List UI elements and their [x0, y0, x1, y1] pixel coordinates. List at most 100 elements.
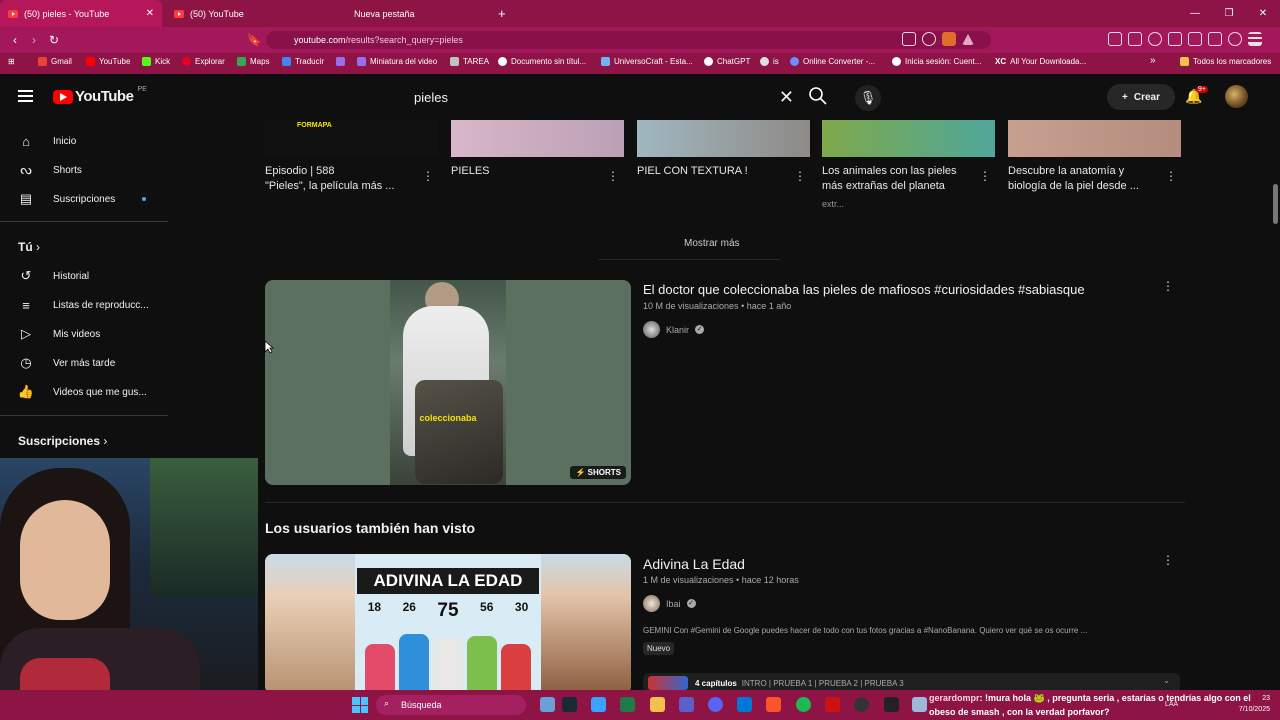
more-options-icon[interactable]: ⋮ [979, 169, 991, 183]
scrollbar-thumb[interactable] [1273, 184, 1278, 224]
app-icon[interactable] [825, 697, 840, 712]
bookmark-item[interactable]: Miniatura del video [357, 57, 437, 66]
shelf-title[interactable]: Los animales con las pieles más extrañas … [822, 164, 982, 194]
ai-icon[interactable] [1208, 32, 1222, 46]
teams-icon[interactable] [679, 697, 694, 712]
shelf-title[interactable]: Descubre la anatomía y biología de la pie… [1008, 164, 1168, 194]
vpn-icon[interactable] [1228, 32, 1242, 46]
guide-menu-icon[interactable] [18, 90, 33, 102]
channel-avatar[interactable] [643, 321, 660, 338]
language-indicator[interactable]: LAA [1165, 701, 1178, 708]
bookmark-item[interactable]: Online Converter -... [790, 57, 875, 66]
sidebar-item-watch-later[interactable]: ◷ Ver más tarde [0, 349, 170, 377]
chevron-down-icon[interactable]: ⌄ [1163, 676, 1170, 685]
show-more-button[interactable]: Mostrar más [684, 238, 740, 249]
forward-icon[interactable]: › [26, 32, 42, 48]
app-icon[interactable] [620, 697, 635, 712]
close-window-icon[interactable]: ✕ [1246, 0, 1280, 27]
obs-icon[interactable] [854, 697, 869, 712]
bookmark-item[interactable]: is [760, 57, 779, 66]
outlook-icon[interactable] [737, 697, 752, 712]
bookmark-item[interactable]: TAREA [450, 57, 489, 66]
bookmark-page-icon[interactable]: 🔖 [246, 32, 262, 48]
sidebar-item-liked-videos[interactable]: 👍 Videos que me gus... [0, 378, 170, 406]
bookmark-item[interactable]: Gmail [38, 57, 72, 66]
sidebar-item-playlists[interactable]: ≡ Listas de reproducc... [0, 291, 170, 319]
bookmark-item[interactable] [336, 57, 345, 66]
rewards-icon[interactable] [962, 34, 974, 45]
search-input[interactable]: pieles ✕ [402, 81, 802, 113]
sidebar-item-home[interactable]: ⌂ Inicio [0, 127, 170, 155]
more-options-icon[interactable]: ⋮ [794, 169, 806, 183]
apps-icon[interactable]: ⊞ [8, 57, 15, 66]
shelf-thumbnail[interactable]: FORMAPA [265, 120, 438, 157]
wallet-icon[interactable] [1188, 32, 1202, 46]
minimize-icon[interactable]: — [1178, 0, 1212, 27]
screenshot-icon[interactable] [1128, 32, 1142, 46]
extensions-icon[interactable] [1108, 32, 1122, 46]
bookmark-item[interactable]: Documento sin títul... [498, 57, 586, 66]
url-field[interactable]: youtube.com/results?search_query=pieles [266, 31, 991, 49]
sidebar-item-my-videos[interactable]: ▷ Mis videos [0, 320, 170, 348]
all-bookmarks[interactable]: Todos los marcadores [1180, 57, 1271, 66]
bookmark-item[interactable]: Maps [237, 57, 270, 66]
sidebar-subscriptions-header[interactable]: Suscripciones › [18, 434, 107, 448]
more-options-icon[interactable]: ⋮ [422, 169, 434, 183]
bookmarks-overflow[interactable]: » [1150, 55, 1156, 66]
channel-name[interactable]: Klanir [666, 325, 689, 335]
shelf-title[interactable]: PIELES [451, 164, 611, 179]
more-options-icon[interactable]: ⋮ [1165, 169, 1177, 183]
sidebar-you-header[interactable]: Tú › [18, 240, 40, 254]
search-icon[interactable] [808, 86, 828, 106]
shelf-thumbnail[interactable] [637, 120, 810, 157]
tab-pieles-youtube[interactable]: (50) pieles - YouTube ✕ [0, 0, 162, 27]
video-title[interactable]: Adivina La Edad [643, 556, 745, 572]
spotify-icon[interactable] [796, 697, 811, 712]
windows-start-icon[interactable] [352, 697, 368, 713]
system-clock[interactable]: 23 7/10/2025 [1239, 693, 1270, 715]
youtube-logo[interactable]: YouTube PE [53, 86, 147, 105]
shelf-thumbnail[interactable] [822, 120, 995, 157]
more-options-icon[interactable]: ⋮ [1162, 553, 1174, 567]
sidebar-item-shorts[interactable]: ᔓ Shorts [0, 156, 170, 184]
channel-name[interactable]: Ibai [666, 599, 681, 609]
avatar[interactable] [1225, 85, 1248, 108]
file-explorer-icon[interactable] [650, 697, 665, 712]
bookmark-item[interactable]: Explorar [182, 57, 225, 66]
sidebar-item-subscriptions[interactable]: ▤ Suscripciones [0, 185, 170, 213]
video-thumbnail[interactable]: coleccionaba ⚡ SHORTS [265, 280, 631, 485]
task-view-icon[interactable] [540, 697, 555, 712]
channel-row[interactable]: Ibai ✓ [643, 595, 696, 612]
sidebar-toggle-icon[interactable] [1168, 32, 1182, 46]
new-tab-button[interactable]: + [498, 0, 512, 27]
bookmark-item[interactable]: Inicia sesión: Cuent... [892, 57, 981, 66]
zoom-icon[interactable] [922, 32, 936, 46]
clear-search-icon[interactable]: ✕ [779, 87, 794, 108]
channel-row[interactable]: Klanir ✓ [643, 321, 705, 338]
brave-shield-icon[interactable] [942, 32, 956, 46]
copilot-icon[interactable] [591, 697, 606, 712]
bookmark-item[interactable]: Traducir [282, 57, 324, 66]
music-icon[interactable] [1148, 32, 1162, 46]
create-button[interactable]: + Crear [1107, 84, 1175, 110]
steam-icon[interactable] [562, 697, 577, 712]
shelf-title[interactable]: Episodio | 588 "Pieles", la película más … [265, 164, 425, 194]
bookmark-item[interactable]: Kick [142, 57, 170, 66]
brave-icon[interactable] [766, 697, 781, 712]
chapters-row[interactable]: 4 capítulos INTRO | PRUEBA 1 | PRUEBA 2 |… [643, 673, 1180, 690]
channel-avatar[interactable] [643, 595, 660, 612]
maximize-icon[interactable]: ❐ [1212, 0, 1246, 27]
back-icon[interactable]: ‹ [7, 32, 23, 48]
reload-icon[interactable]: ↻ [46, 32, 62, 48]
bookmark-item[interactable]: XC All Your Downloada... [995, 57, 1086, 66]
voice-search-icon[interactable]: 🎙 [855, 85, 881, 111]
taskbar-search[interactable]: ⌕ Búsqueda [376, 695, 526, 715]
sidebar-item-history[interactable]: ↺ Historial [0, 262, 170, 290]
more-options-icon[interactable]: ⋮ [607, 169, 619, 183]
bookmark-item[interactable]: UniversoCraft - Esta... [601, 57, 693, 66]
shelf-title[interactable]: PIEL CON TEXTURA ! [637, 164, 797, 179]
bookmark-item[interactable]: YouTube [86, 57, 130, 66]
shelf-thumbnail[interactable] [1008, 120, 1181, 157]
bookmark-item[interactable]: ChatGPT [704, 57, 750, 66]
tab-youtube[interactable]: (50) YouTube [166, 0, 326, 27]
